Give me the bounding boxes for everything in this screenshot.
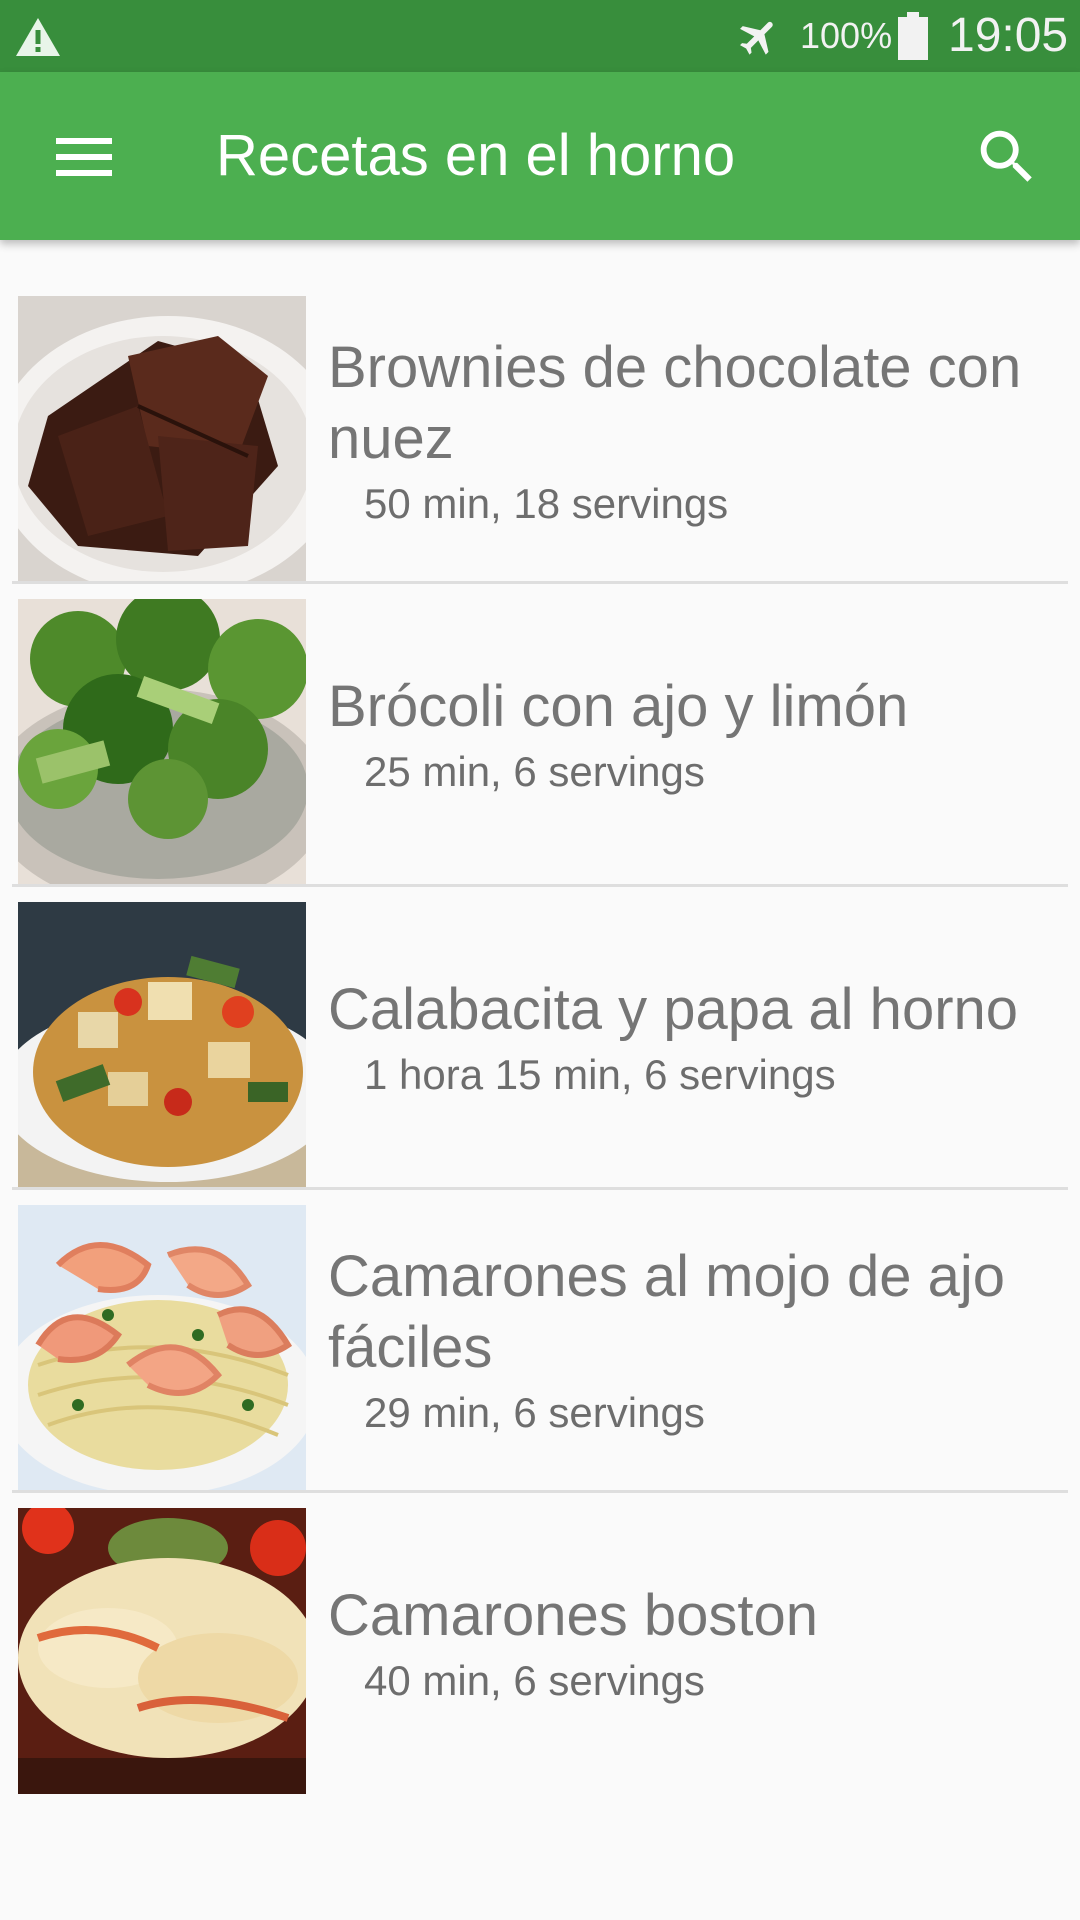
zucchini-potato-thumbnail	[18, 902, 306, 1188]
list-item[interactable]: Brócoli con ajo y limón 25 min, 6 servin…	[12, 591, 1068, 887]
recipe-text: Brownies de chocolate con nuez 50 min, 1…	[328, 288, 1068, 578]
boston-shrimp-thumbnail	[18, 1508, 306, 1794]
recipe-meta: 1 hora 15 min, 6 servings	[364, 1050, 836, 1098]
search-button[interactable]	[972, 122, 1042, 192]
status-time: 19:05	[948, 9, 1069, 62]
recipe-meta: 40 min, 6 servings	[364, 1656, 705, 1704]
divider	[12, 884, 1068, 887]
search-icon	[980, 130, 1032, 182]
recipe-meta: 25 min, 6 servings	[364, 747, 705, 795]
list-item[interactable]: Camarones boston 40 min, 6 servings	[12, 1500, 1068, 1796]
garlic-shrimp-pasta-thumbnail	[18, 1205, 306, 1491]
app-title: Recetas en el horno	[216, 123, 736, 188]
battery-percentage: 100%	[800, 15, 893, 56]
brownies-thumbnail	[18, 296, 306, 582]
recipe-title: Camarones al mojo de ajo fáciles	[328, 1244, 1006, 1380]
status-bar: 100% 19:05	[0, 0, 1080, 72]
recipe-title: Camarones boston	[328, 1582, 819, 1648]
divider	[12, 581, 1068, 584]
divider	[12, 1490, 1068, 1493]
recipe-text: Brócoli con ajo y limón 25 min, 6 servin…	[328, 591, 1068, 881]
recipe-title: Calabacita y papa al horno	[328, 976, 1019, 1042]
recipe-text: Calabacita y papa al horno 1 hora 15 min…	[328, 894, 1068, 1184]
recipe-meta: 29 min, 6 servings	[364, 1389, 705, 1436]
recipe-text: Camarones boston 40 min, 6 servings	[328, 1500, 1068, 1790]
app-bar: Recetas en el horno	[0, 72, 1080, 240]
list-item[interactable]: Calabacita y papa al horno 1 hora 15 min…	[12, 894, 1068, 1190]
warning-icon	[16, 18, 60, 56]
list-item[interactable]: Camarones al mojo de ajo fáciles 29 min,…	[12, 1197, 1068, 1493]
battery-icon	[898, 12, 928, 60]
airplane-mode-icon	[740, 21, 773, 55]
broccoli-thumbnail	[18, 599, 306, 885]
recipe-title: Brownies de chocolate con nuez	[328, 335, 1022, 471]
recipe-title: Brócoli con ajo y limón	[328, 673, 909, 739]
recipe-text: Camarones al mojo de ajo fáciles 29 min,…	[328, 1197, 1068, 1487]
menu-button[interactable]	[44, 122, 124, 192]
list-item[interactable]: Brownies de chocolate con nuez 50 min, 1…	[12, 288, 1068, 584]
recipe-meta: 50 min, 18 servings	[364, 480, 729, 527]
divider	[12, 1187, 1068, 1190]
